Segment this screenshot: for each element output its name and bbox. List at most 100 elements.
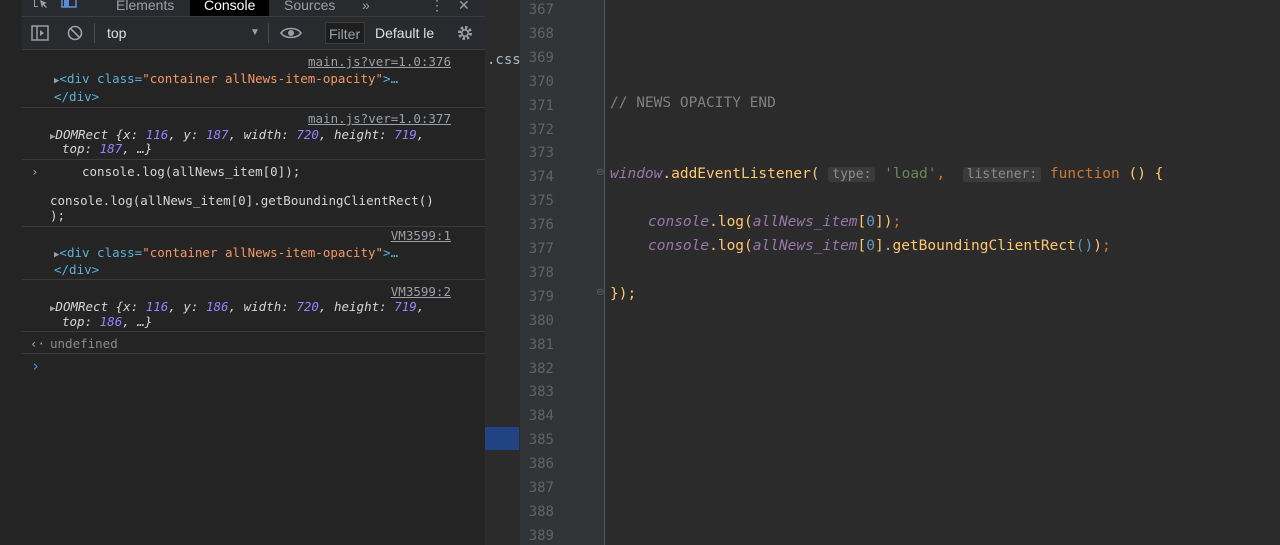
code-token: window bbox=[610, 166, 663, 182]
line-number: 371 bbox=[528, 97, 554, 114]
code-token: 0 bbox=[866, 214, 875, 230]
code-line-374[interactable]: window.addEventListener( type: 'load', l… bbox=[610, 166, 1163, 182]
log-levels-dropdown[interactable]: Default le bbox=[375, 17, 437, 49]
source-link[interactable]: main.js?ver=1.0:377 bbox=[308, 111, 451, 126]
line-number: 387 bbox=[528, 480, 554, 496]
console-input-echo[interactable]: › console.log(allNews_item[0]); console.… bbox=[22, 160, 485, 227]
input-line[interactable]: ); bbox=[50, 208, 65, 223]
line-number: 384 bbox=[528, 408, 554, 425]
filter-input[interactable]: Filter bbox=[325, 22, 365, 44]
source-link[interactable]: VM3599:1 bbox=[391, 228, 451, 243]
console-message[interactable]: VM3599:2 ▶DOMRect {x: 116, y: 186, width… bbox=[22, 280, 485, 332]
left-panel-edge bbox=[0, 0, 23, 545]
toolbar-divider bbox=[268, 23, 269, 43]
prop-key: height bbox=[333, 299, 380, 314]
prop-key: x bbox=[123, 299, 131, 314]
tab-elements[interactable]: Elements bbox=[116, 0, 174, 16]
line-number: 388 bbox=[528, 503, 554, 520]
prop-value: 720 bbox=[296, 127, 319, 142]
eye-icon[interactable] bbox=[280, 17, 302, 49]
line-number: 381 bbox=[528, 336, 554, 353]
element-node[interactable]: ▶<div class="container allNews-item-opac… bbox=[54, 71, 398, 86]
source-link[interactable]: main.js?ver=1.0:376 bbox=[308, 54, 451, 69]
console-message[interactable]: VM3599:1 ▶<div class="container allNews-… bbox=[22, 227, 485, 280]
domrect-object-cont: top: 187, …} bbox=[62, 141, 153, 156]
input-line[interactable]: console.log(allNews_item[0].getBoundingC… bbox=[50, 193, 434, 208]
line-number: 382 bbox=[528, 360, 554, 377]
line-number: 370 bbox=[528, 73, 554, 90]
prop-value: 719 bbox=[394, 299, 417, 314]
prop-key: top bbox=[62, 141, 85, 156]
line-number: 369 bbox=[528, 49, 554, 66]
prop-value: 186 bbox=[99, 314, 123, 329]
code-token: allNews_item bbox=[752, 238, 858, 254]
more-tabs-button[interactable]: » bbox=[362, 0, 370, 16]
console-message[interactable]: main.js?ver=1.0:376 ▶<div class="contain… bbox=[22, 50, 485, 108]
prop-value: 186 bbox=[205, 299, 229, 314]
input-line[interactable]: console.log(allNews_item[0]); bbox=[82, 164, 300, 179]
code-token: .log( bbox=[709, 214, 753, 230]
line-number: 368 bbox=[528, 25, 554, 42]
code-token: .log( bbox=[709, 238, 753, 254]
prop-key: x bbox=[123, 127, 131, 142]
console-message[interactable]: main.js?ver=1.0:377 ▶DOMRect {x: 116, y:… bbox=[22, 108, 485, 160]
prop-key: y bbox=[183, 299, 191, 314]
fold-marker-icon[interactable]: ⊖ bbox=[596, 167, 604, 178]
object-type: DOMRect { bbox=[55, 299, 124, 314]
prop-value: 116 bbox=[145, 127, 169, 142]
object-tail: , …} bbox=[122, 141, 153, 156]
prop-value: 187 bbox=[205, 127, 229, 142]
tag-open: <div class= bbox=[59, 245, 143, 260]
line-number: 367 bbox=[528, 2, 554, 18]
context-selector[interactable]: top bbox=[107, 17, 126, 49]
gear-icon[interactable] bbox=[456, 17, 474, 49]
prop-value: 719 bbox=[394, 127, 417, 142]
element-node[interactable]: ▶<div class="container allNews-item-opac… bbox=[54, 245, 398, 260]
line-number: 372 bbox=[528, 121, 554, 138]
prop-key: width bbox=[243, 127, 282, 142]
line-number: 374 bbox=[528, 169, 554, 186]
code-line-376[interactable]: console.log(allNews_item[0]); bbox=[648, 214, 901, 230]
console-toolbar: top ▼ Filter Default le bbox=[22, 17, 485, 50]
source-link[interactable]: VM3599:2 bbox=[391, 284, 451, 299]
domrect-object[interactable]: ▶DOMRect {x: 116, y: 186, width: 720, he… bbox=[50, 299, 424, 314]
line-number: 385 bbox=[528, 432, 554, 449]
line-number: 386 bbox=[528, 456, 554, 473]
code-token: function bbox=[1049, 166, 1120, 182]
code-line-377[interactable]: console.log(allNews_item[0].getBoundingC… bbox=[648, 238, 1111, 254]
editor-selection-marker bbox=[485, 427, 519, 450]
code-line-379[interactable]: }); bbox=[610, 286, 636, 302]
close-icon[interactable]: ✕ bbox=[458, 0, 470, 16]
sidebar-toggle-icon[interactable] bbox=[30, 17, 50, 49]
line-number: 378 bbox=[528, 264, 554, 281]
code-comment[interactable]: // NEWS OPACITY END bbox=[610, 95, 776, 111]
prop-key: width bbox=[243, 299, 282, 314]
prop-key: top bbox=[62, 314, 85, 329]
param-hint: type: bbox=[828, 167, 876, 182]
code-token: allNews_item bbox=[752, 214, 858, 230]
tab-sources[interactable]: Sources bbox=[284, 0, 335, 16]
clear-console-icon[interactable] bbox=[66, 17, 84, 49]
param-hint: listener: bbox=[962, 167, 1042, 182]
file-tab-fragment[interactable]: .css bbox=[487, 52, 521, 68]
prop-key: height bbox=[333, 127, 380, 142]
code-token: 0 bbox=[866, 238, 875, 254]
devtools-panel: Elements Console Sources » ⋮ ✕ top ▼ Fil… bbox=[22, 0, 486, 545]
chevron-down-icon[interactable]: ▼ bbox=[250, 17, 260, 49]
console-prompt-icon[interactable]: › bbox=[31, 357, 40, 375]
tab-console[interactable]: Console bbox=[190, 0, 270, 16]
line-number: 375 bbox=[528, 193, 554, 210]
line-number: 376 bbox=[528, 217, 554, 234]
device-toolbar-icon[interactable] bbox=[60, 0, 78, 16]
domrect-object-cont: top: 186, …} bbox=[62, 314, 153, 329]
prop-value: 187 bbox=[99, 141, 123, 156]
console-result[interactable]: ‹· undefined bbox=[22, 332, 485, 354]
kebab-menu-icon[interactable]: ⋮ bbox=[430, 0, 444, 16]
tag-close: </div> bbox=[54, 262, 100, 277]
inspect-element-icon[interactable] bbox=[32, 0, 50, 16]
object-type: DOMRect { bbox=[55, 127, 124, 142]
line-number: 377 bbox=[528, 241, 554, 257]
domrect-object[interactable]: ▶DOMRect {x: 116, y: 187, width: 720, he… bbox=[50, 127, 424, 142]
fold-marker-icon[interactable]: ⊖ bbox=[596, 287, 604, 298]
prop-value: 116 bbox=[145, 299, 169, 314]
